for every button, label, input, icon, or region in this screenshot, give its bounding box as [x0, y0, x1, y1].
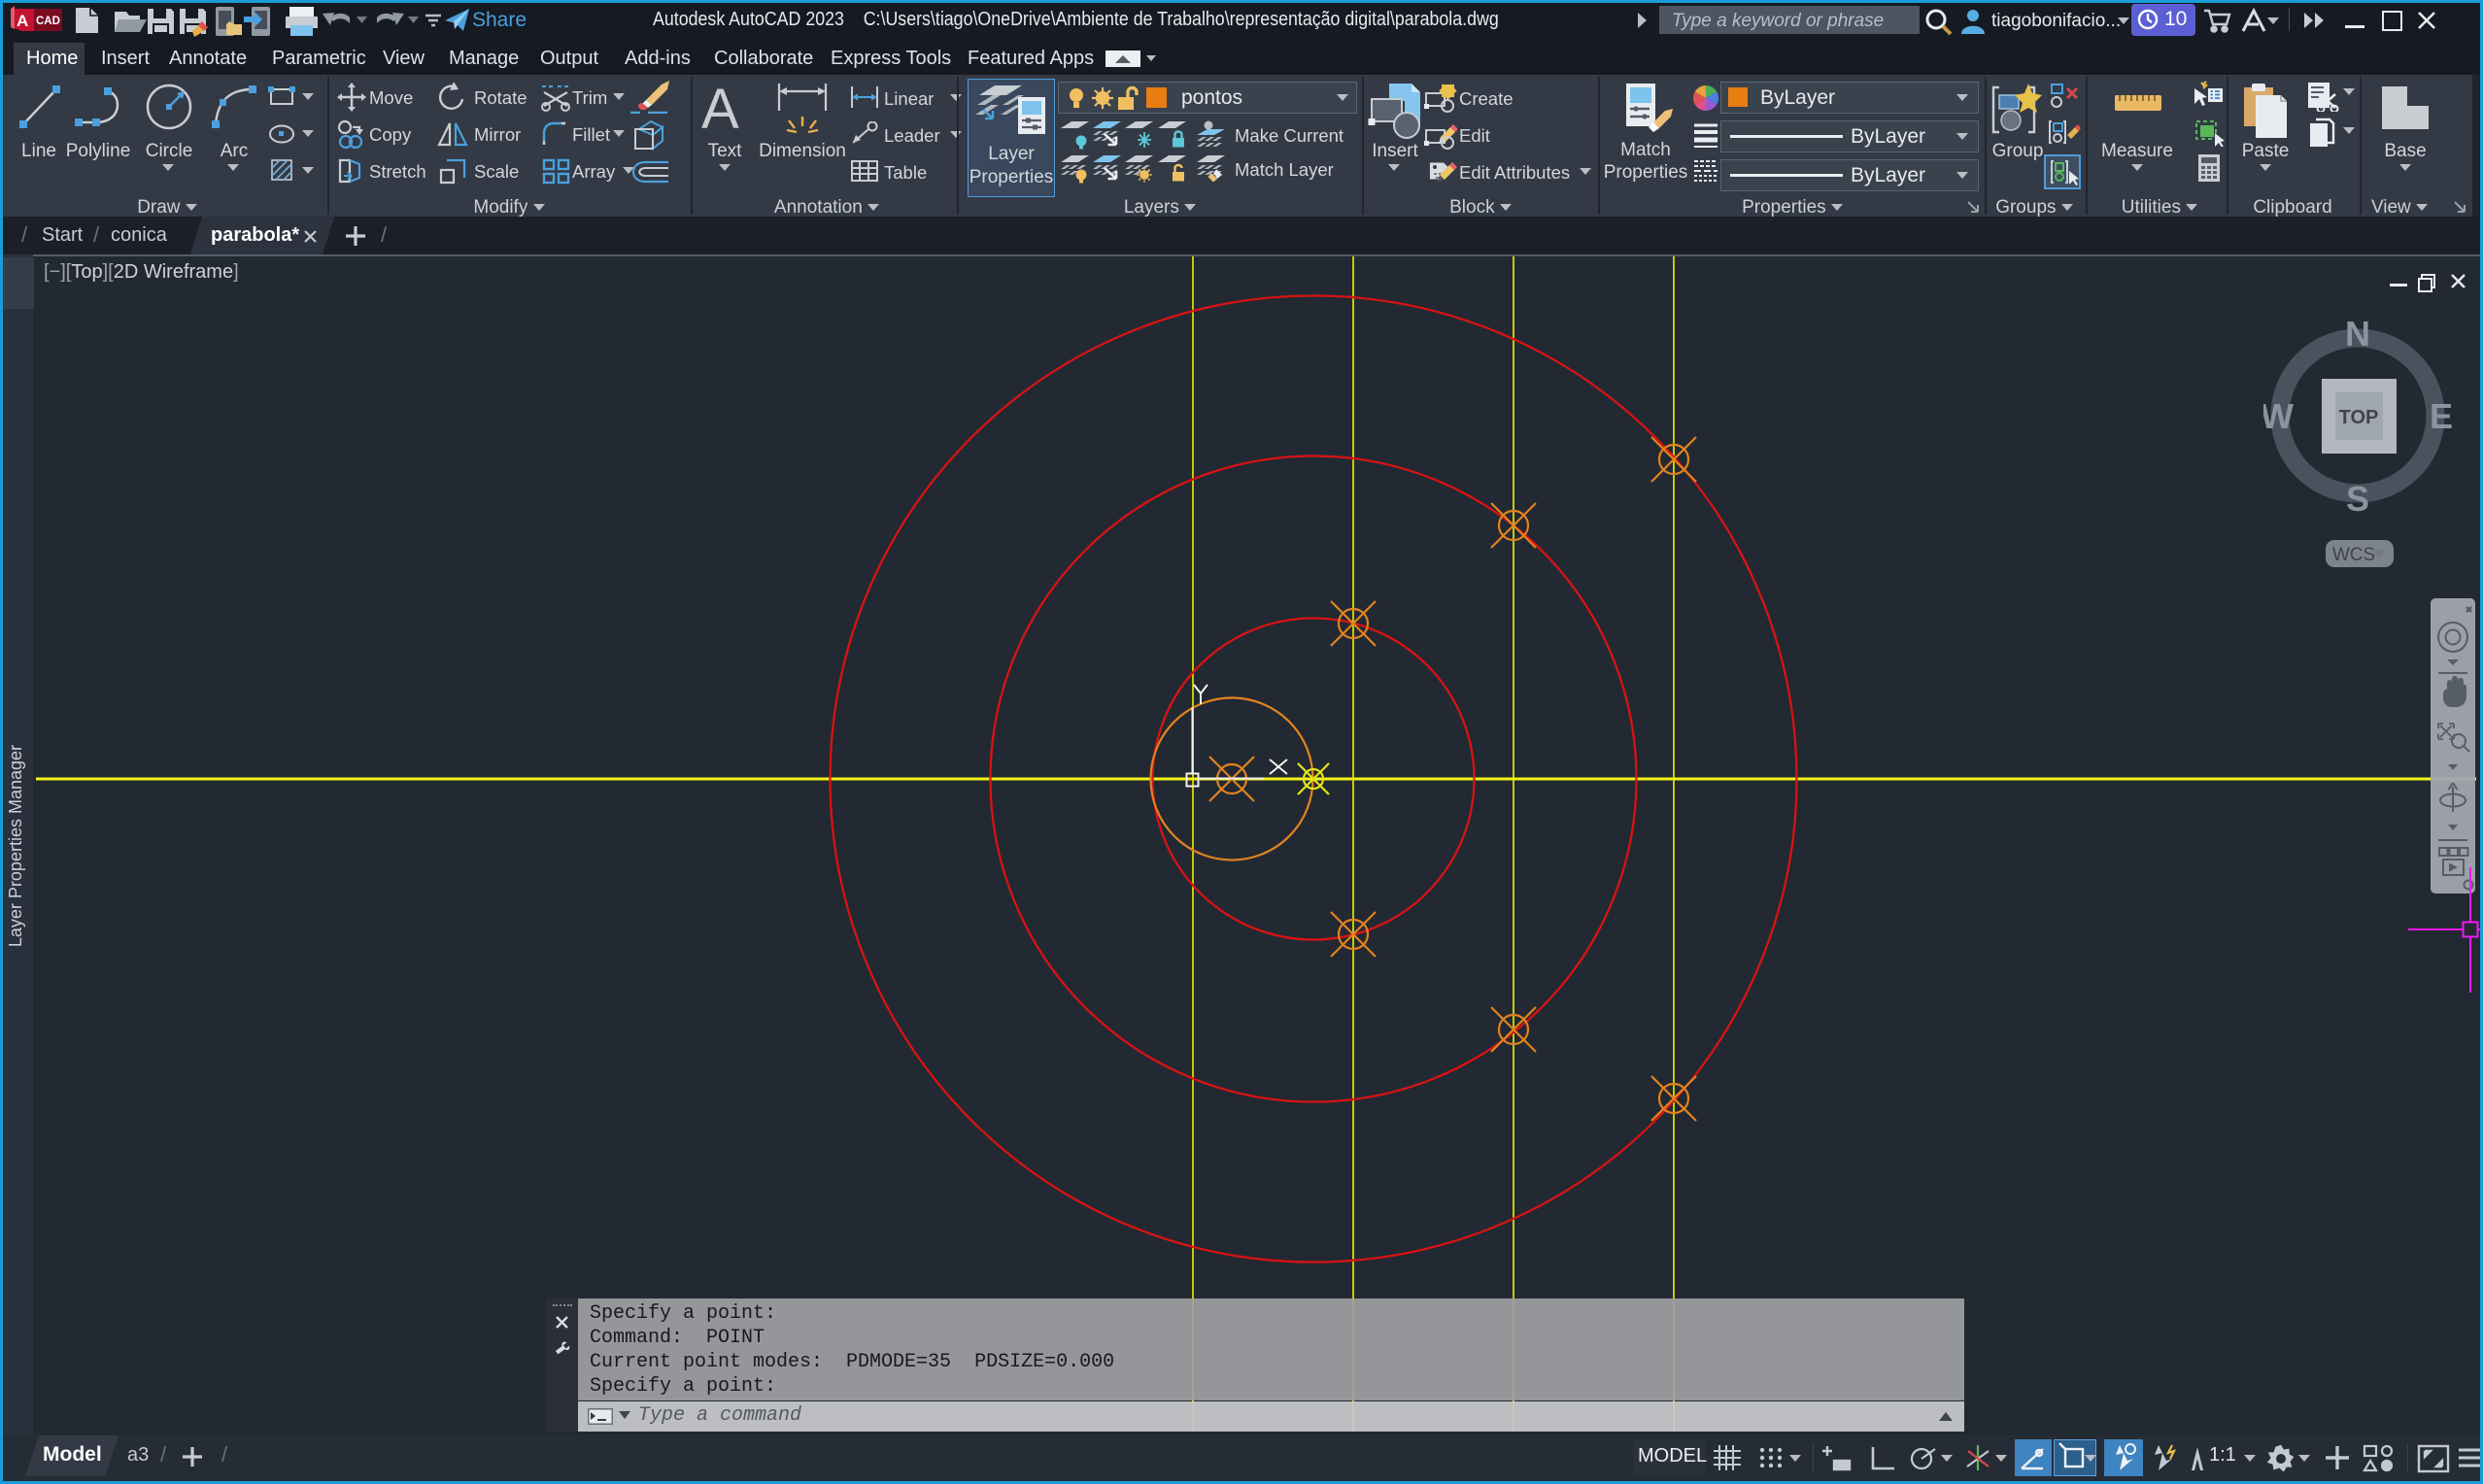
svg-text:A: A	[17, 12, 28, 30]
svg-text:TOP: TOP	[2339, 407, 2379, 428]
svg-text:CAD: CAD	[36, 16, 60, 27]
svg-text:W: W	[2263, 396, 2294, 436]
svg-text:WCS: WCS	[2332, 545, 2375, 565]
svg-text:S: S	[2346, 479, 2369, 519]
svg-text:N: N	[2345, 314, 2370, 354]
svg-text:E: E	[2430, 396, 2453, 436]
